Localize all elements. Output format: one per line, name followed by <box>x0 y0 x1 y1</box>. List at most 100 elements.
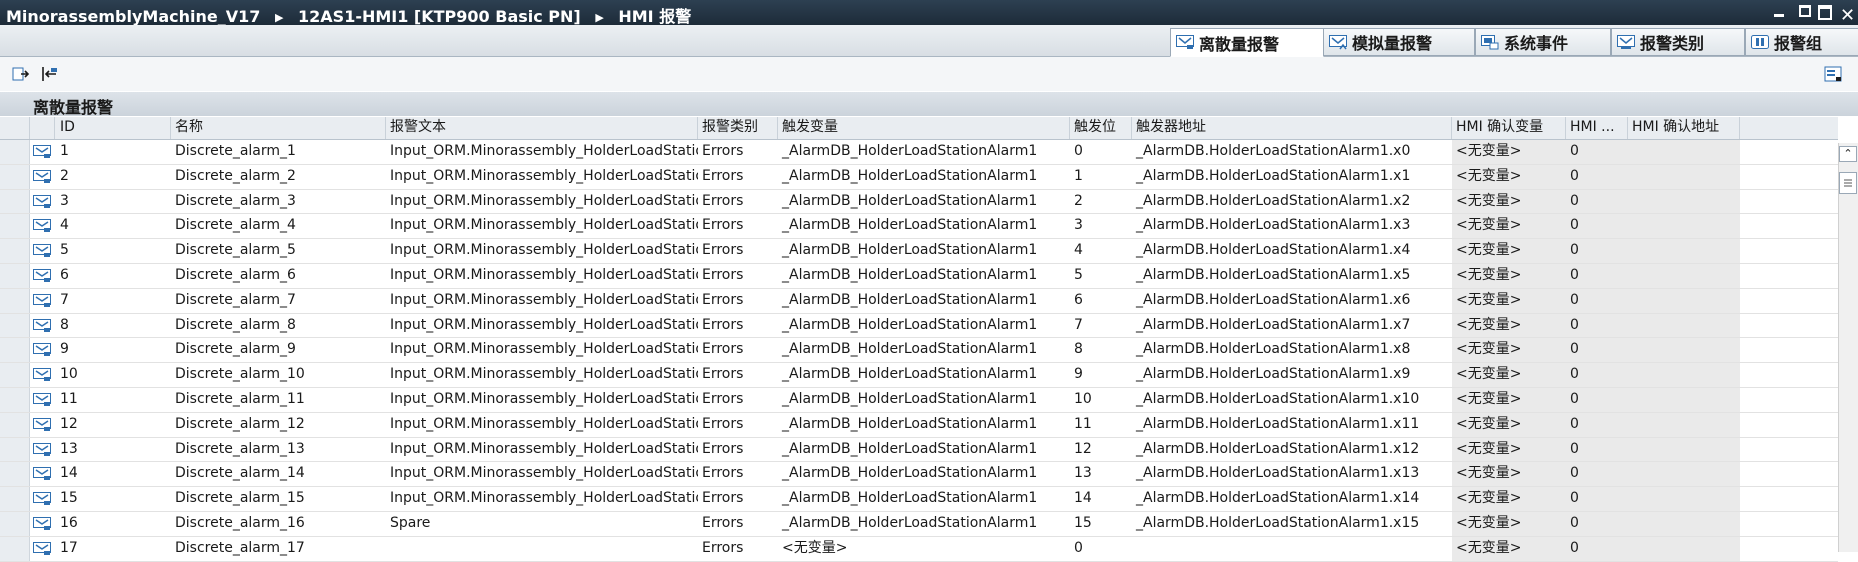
cell-name[interactable]: Discrete_alarm_2 <box>171 165 386 189</box>
cell-hmi[interactable]: 0 <box>1566 363 1628 387</box>
cell-name[interactable]: Discrete_alarm_17 <box>171 537 386 561</box>
row-gutter[interactable] <box>0 239 30 263</box>
cell-alarm-text[interactable]: Input_ORM.Minorassembly_HolderLoadStatio <box>386 487 698 511</box>
table-row[interactable]: 17 Discrete_alarm_17 Errors <无变量> 0 <无变量> 0 <box>0 536 1838 562</box>
cell-id[interactable]: 16 <box>56 512 171 536</box>
tab-discrete-alarms[interactable]: 离散量报警 <box>1170 28 1324 57</box>
row-gutter[interactable] <box>0 338 30 363</box>
cell-hmi[interactable]: 0 <box>1566 214 1628 239</box>
column-header-trigger-tag[interactable]: 触发变量 <box>778 117 1070 139</box>
cell-alarm-class[interactable]: Errors <box>698 462 778 486</box>
row-gutter[interactable] <box>0 487 30 511</box>
cell-trigger-bit[interactable]: 6 <box>1070 289 1132 313</box>
close-icon[interactable]: ✕ <box>1840 6 1855 26</box>
cell-trigger-bit[interactable]: 2 <box>1070 190 1132 214</box>
cell-name[interactable]: Discrete_alarm_14 <box>171 462 386 486</box>
cell-trigger-bit[interactable]: 0 <box>1070 537 1132 561</box>
row-gutter[interactable] <box>0 164 30 189</box>
cell-ack-address[interactable] <box>1628 462 1740 487</box>
cell-id[interactable]: 3 <box>56 190 171 214</box>
cell-alarm-class[interactable]: Errors <box>698 289 778 313</box>
cell-hmi[interactable]: 0 <box>1566 437 1628 462</box>
cell-alarm-text[interactable]: Input_ORM.Minorassembly_HolderLoadStatio <box>386 239 698 263</box>
column-header-alarm-text[interactable]: 报警文本 <box>386 117 698 139</box>
row-gutter[interactable] <box>0 437 30 462</box>
cell-trigger-tag[interactable]: _AlarmDB_HolderLoadStationAlarm1 <box>778 338 1070 362</box>
cell-ack-address[interactable] <box>1628 536 1740 561</box>
scroll-thumb[interactable] <box>1839 172 1857 194</box>
cell-ack-tag[interactable]: <无变量> <box>1452 387 1566 412</box>
table-row[interactable]: 5 Discrete_alarm_5 Input_ORM.Minorassembly… <box>0 239 1838 264</box>
cell-ack-tag[interactable]: <无变量> <box>1452 140 1566 164</box>
cell-hmi[interactable]: 0 <box>1566 239 1628 263</box>
tab-alarm-classes[interactable]: 报警类别 <box>1611 28 1745 56</box>
discrete-alarm-icon[interactable] <box>33 417 51 431</box>
cell-ack-tag[interactable]: <无变量> <box>1452 462 1566 487</box>
row-gutter[interactable] <box>0 263 30 288</box>
column-header-ack-address[interactable]: HMI 确认地址 <box>1628 117 1740 139</box>
cell-trigger-address[interactable]: _AlarmDB.HolderLoadStationAlarm1.x15 <box>1132 512 1452 536</box>
cell-trigger-address[interactable]: _AlarmDB.HolderLoadStationAlarm1.x4 <box>1132 239 1452 263</box>
cell-alarm-text[interactable]: Input_ORM.Minorassembly_HolderLoadStatio <box>386 438 698 462</box>
minimize-icon[interactable] <box>1772 1 1786 21</box>
scroll-up-icon[interactable]: ⌃ <box>1839 146 1857 162</box>
cell-ack-tag[interactable]: <无变量> <box>1452 164 1566 189</box>
tab-analog-alarms[interactable]: 模拟量报警 <box>1323 28 1475 56</box>
cell-ack-address[interactable] <box>1628 189 1740 214</box>
cell-hmi[interactable]: 0 <box>1566 263 1628 288</box>
table-row[interactable]: 1 Discrete_alarm_1 Input_ORM.Minorassembly… <box>0 140 1838 165</box>
cell-alarm-class[interactable]: Errors <box>698 388 778 412</box>
discrete-alarm-icon[interactable] <box>33 367 51 382</box>
cell-alarm-class[interactable]: Errors <box>698 239 778 263</box>
cell-id[interactable]: 7 <box>56 289 171 313</box>
row-gutter[interactable] <box>0 363 30 387</box>
discrete-alarm-icon[interactable] <box>33 318 51 332</box>
table-row[interactable]: 2 Discrete_alarm_2 Input_ORM.Minorassembly… <box>0 164 1838 190</box>
add-row-icon[interactable] <box>41 65 59 83</box>
cell-id[interactable]: 8 <box>56 314 171 338</box>
cell-trigger-address[interactable]: _AlarmDB.HolderLoadStationAlarm1.x6 <box>1132 289 1452 313</box>
cell-ack-address[interactable] <box>1628 164 1740 189</box>
maximize-icon[interactable] <box>1817 1 1833 21</box>
table-row[interactable]: 14 Discrete_alarm_14 Input_ORM.Minorassemb… <box>0 462 1838 488</box>
cell-trigger-bit[interactable]: 1 <box>1070 165 1132 189</box>
cell-hmi[interactable]: 0 <box>1566 412 1628 437</box>
cell-trigger-bit[interactable]: 14 <box>1070 487 1132 511</box>
cell-name[interactable]: Discrete_alarm_13 <box>171 438 386 462</box>
cell-trigger-bit[interactable]: 11 <box>1070 413 1132 437</box>
row-gutter[interactable] <box>0 511 30 536</box>
cell-trigger-tag[interactable]: _AlarmDB_HolderLoadStationAlarm1 <box>778 487 1070 511</box>
cell-name[interactable]: Discrete_alarm_11 <box>171 388 386 412</box>
cell-id[interactable]: 17 <box>56 537 171 561</box>
cell-alarm-text[interactable]: Input_ORM.Minorassembly_HolderLoadStatio <box>386 388 698 412</box>
cell-trigger-tag[interactable]: _AlarmDB_HolderLoadStationAlarm1 <box>778 314 1070 338</box>
cell-alarm-class[interactable]: Errors <box>698 190 778 214</box>
cell-name[interactable]: Discrete_alarm_3 <box>171 190 386 214</box>
cell-hmi[interactable]: 0 <box>1566 164 1628 189</box>
cell-id[interactable]: 12 <box>56 413 171 437</box>
cell-alarm-class[interactable]: Errors <box>698 487 778 511</box>
cell-hmi[interactable]: 0 <box>1566 536 1628 561</box>
cell-alarm-text[interactable]: Input_ORM.Minorassembly_HolderLoadStatio <box>386 314 698 338</box>
cell-ack-address[interactable] <box>1628 363 1740 387</box>
cell-id[interactable]: 11 <box>56 388 171 412</box>
discrete-alarm-icon[interactable] <box>33 491 51 506</box>
column-header-ack-tag[interactable]: HMI 确认变量 <box>1452 117 1566 139</box>
cell-trigger-bit[interactable]: 9 <box>1070 363 1132 387</box>
cell-ack-tag[interactable]: <无变量> <box>1452 437 1566 462</box>
tab-system-events[interactable]: 系统事件 <box>1475 28 1611 56</box>
cell-trigger-address[interactable]: _AlarmDB.HolderLoadStationAlarm1.x5 <box>1132 264 1452 288</box>
cell-ack-address[interactable] <box>1628 263 1740 288</box>
discrete-alarm-icon[interactable] <box>33 541 51 555</box>
cell-trigger-address[interactable]: _AlarmDB.HolderLoadStationAlarm1.x9 <box>1132 363 1452 387</box>
table-row[interactable]: 15 Discrete_alarm_15 Input_ORM.Minorassemb… <box>0 487 1838 512</box>
discrete-alarm-icon[interactable] <box>33 169 51 183</box>
cell-trigger-tag[interactable]: _AlarmDB_HolderLoadStationAlarm1 <box>778 264 1070 288</box>
discrete-alarm-icon[interactable] <box>33 466 51 481</box>
cell-trigger-tag[interactable]: _AlarmDB_HolderLoadStationAlarm1 <box>778 438 1070 462</box>
column-header-alarm-class[interactable]: 报警类别 <box>698 117 778 139</box>
cell-trigger-address[interactable]: _AlarmDB.HolderLoadStationAlarm1.x3 <box>1132 214 1452 238</box>
cell-trigger-bit[interactable]: 3 <box>1070 214 1132 238</box>
cell-hmi[interactable]: 0 <box>1566 387 1628 412</box>
cell-alarm-class[interactable]: Errors <box>698 214 778 238</box>
